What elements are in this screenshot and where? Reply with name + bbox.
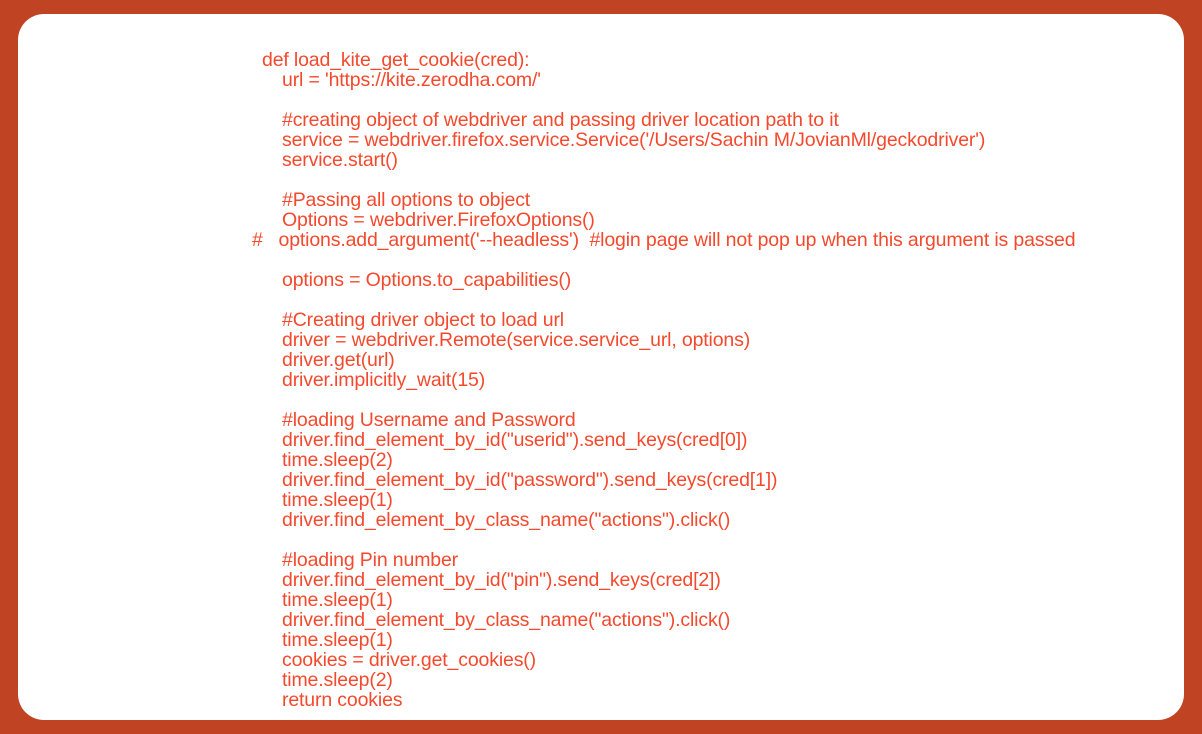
code-line: service = webdriver.firefox.service.Serv… [282,129,986,151]
code-line: driver.find_element_by_class_name("actio… [282,509,731,531]
code-line: driver.implicitly_wait(15) [282,369,486,391]
code-line: #Passing all options to object [282,189,531,211]
code-line: Options = webdriver.FirefoxOptions() [282,209,595,231]
code-line: time.sleep(1) [282,629,393,651]
code-line: driver.find_element_by_id("password").se… [282,469,778,491]
code-line: time.sleep(1) [282,489,393,511]
code-line-wrapped-comment: # options.add_argument('--headless') #lo… [252,229,1076,251]
code-block[interactable]: def load_kite_get_cookie(cred): url = 'ht… [18,14,1184,720]
code-line: driver.find_element_by_id("userid").send… [282,429,748,451]
code-line: #loading Username and Password [282,409,576,431]
code-card: def load_kite_get_cookie(cred): url = 'ht… [18,14,1184,720]
code-line: time.sleep(2) [282,669,393,691]
code-line: time.sleep(1) [282,589,393,611]
code-line: driver = webdriver.Remote(service.servic… [282,329,751,351]
code-line: #creating object of webdriver and passin… [282,109,839,131]
code-line: options = Options.to_capabilities() [282,269,572,291]
code-line: driver.find_element_by_id("pin").send_ke… [282,569,721,591]
code-line: driver.find_element_by_class_name("actio… [282,609,731,631]
code-line: time.sleep(2) [282,449,393,471]
code-line: return cookies [282,689,403,711]
code-line: #loading Pin number [282,549,459,571]
code-line: #Creating driver object to load url [282,309,564,331]
code-line: url = 'https://kite.zerodha.com/' [282,69,541,91]
code-line: driver.get(url) [282,349,395,371]
code-line: cookies = driver.get_cookies() [282,649,536,671]
code-line: def load_kite_get_cookie(cred): [262,49,530,71]
code-line: service.start() [282,149,398,171]
